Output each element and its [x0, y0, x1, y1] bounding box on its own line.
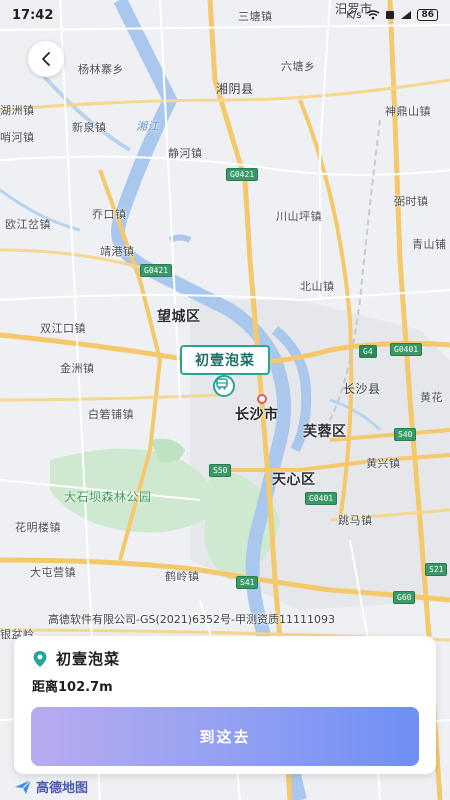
- poi-title: 初壹泡菜: [56, 650, 121, 668]
- sim-icon: [386, 11, 395, 19]
- map-label-qingshan: 青山铺: [412, 238, 447, 251]
- status-time: 17:42: [12, 7, 54, 23]
- road-shield-s50: S50: [209, 464, 232, 477]
- road-shield-g0401-b: G0401: [305, 492, 338, 505]
- map-label-dashiba: 大石坝森林公园: [64, 490, 152, 504]
- map-label-furong: 芙蓉区: [303, 424, 347, 440]
- road-shield-g60: G60: [393, 591, 416, 604]
- map-label-chuanshan: 川山坪镇: [276, 210, 322, 223]
- amap-logo: 高德地图: [14, 777, 88, 796]
- map-label-shuangjiang: 双江口镇: [40, 322, 86, 335]
- map-label-xiangyin: 湘阴县: [216, 82, 254, 96]
- map-label-tianxin: 天心区: [272, 472, 316, 488]
- map-label-datun: 大屯营镇: [30, 566, 76, 579]
- map-label-jinggang: 靖港镇: [100, 245, 135, 258]
- poi-distance: 距离102.7m: [32, 680, 113, 695]
- location-pin-icon: [33, 650, 47, 667]
- poi-info-card: 初壹泡菜 距离102.7m 到这去: [14, 636, 436, 774]
- status-icons: K/s 86: [346, 9, 438, 21]
- chevron-left-icon: [42, 52, 50, 66]
- road-shield-s21: S21: [425, 563, 448, 576]
- map-label-baishuo: 白箬铺镇: [88, 408, 134, 421]
- map-label-jinghe: 静河镇: [168, 147, 203, 160]
- network-speed-icon: K/s: [346, 9, 362, 21]
- wifi-icon: [367, 10, 380, 20]
- map-label-changsha-county: 长沙县: [343, 382, 381, 396]
- map-label-ouji: 欧江岔镇: [5, 218, 51, 231]
- road-shield-g0421-a: G0421: [226, 168, 259, 181]
- map-label-shending: 神鼎山镇: [385, 105, 431, 118]
- amap-logo-text: 高德地图: [36, 781, 89, 796]
- map-label-jinzhou: 金洲镇: [60, 362, 95, 375]
- map-label-tiaoma: 跳马镇: [338, 514, 373, 527]
- status-bar: 17:42 K/s 86: [0, 0, 450, 30]
- map-label-huaming: 花明楼镇: [15, 521, 61, 534]
- map-label-changsha-city: 长沙市: [235, 407, 279, 423]
- go-there-button[interactable]: 到这去: [31, 707, 419, 766]
- card-title-row: 初壹泡菜: [32, 648, 120, 669]
- map-label-huangxing: 黄兴镇: [366, 457, 401, 470]
- map-label-ruoshi: 弼时镇: [394, 195, 429, 208]
- road-shield-g0401-a: G0401: [390, 343, 423, 356]
- battery-indicator: 86: [417, 9, 438, 21]
- poi-marker-label: 初壹泡菜: [180, 345, 270, 375]
- bus-icon: [213, 375, 235, 397]
- map-label-hu: 湖洲镇: [0, 104, 35, 117]
- map-label-xiangjiang: 湘江: [136, 120, 159, 133]
- map-label-liushi: 六塘乡: [281, 60, 316, 73]
- map-label-huang: 黄花: [420, 391, 443, 404]
- back-button[interactable]: [28, 41, 64, 77]
- map-label-beishan: 北山镇: [300, 280, 335, 293]
- map-label-yanglin: 杨林寨乡: [78, 63, 124, 76]
- road-shield-g4: G4: [359, 345, 377, 358]
- map-label-qiaokou: 乔口镇: [92, 208, 127, 221]
- map-label-shao: 哨河镇: [0, 131, 35, 144]
- map-label-wangcheng: 望城区: [157, 309, 201, 325]
- paper-plane-icon: [15, 779, 32, 794]
- road-shield-s41: S41: [236, 576, 259, 589]
- road-shield-g0421-b: G0421: [140, 264, 173, 277]
- map-label-heling: 鹤岭镇: [165, 570, 200, 583]
- signal-icon: [401, 11, 412, 19]
- poi-marker[interactable]: 初壹泡菜: [180, 345, 270, 397]
- map-label-xinquan: 新泉镇: [72, 121, 107, 134]
- road-shield-s40: S40: [394, 428, 417, 441]
- map-attribution: 高德软件有限公司-GS(2021)6352号-甲测资质11111093: [48, 613, 336, 626]
